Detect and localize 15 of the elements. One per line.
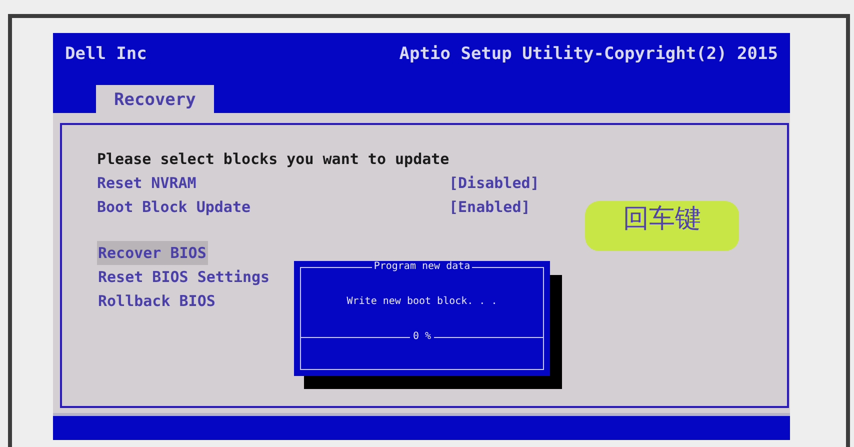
recovery-tab[interactable]: Recovery (96, 85, 214, 113)
prompt-text: Please select blocks you want to update (97, 149, 450, 170)
option-value[interactable]: [Enabled] (449, 195, 530, 219)
menu-item[interactable]: Recover BIOS (97, 241, 208, 265)
menu-item[interactable]: Rollback BIOS (97, 289, 218, 313)
option-label[interactable]: Boot Block Update (97, 195, 449, 219)
option-value[interactable]: [Disabled] (449, 171, 540, 195)
progress-label: 0 % (412, 331, 432, 343)
utility-title: Aptio Setup Utility-Copyright(2) 2015 (399, 43, 778, 65)
dialog-message: Write new boot block. . . (346, 296, 498, 308)
option-label[interactable]: Reset NVRAM (97, 171, 449, 195)
annotation-label: 回车键 (585, 201, 739, 251)
dialog-title: Program new data (372, 261, 472, 273)
vendor-name: Dell Inc (65, 43, 147, 65)
menu-item[interactable]: Reset BIOS Settings (97, 265, 272, 289)
